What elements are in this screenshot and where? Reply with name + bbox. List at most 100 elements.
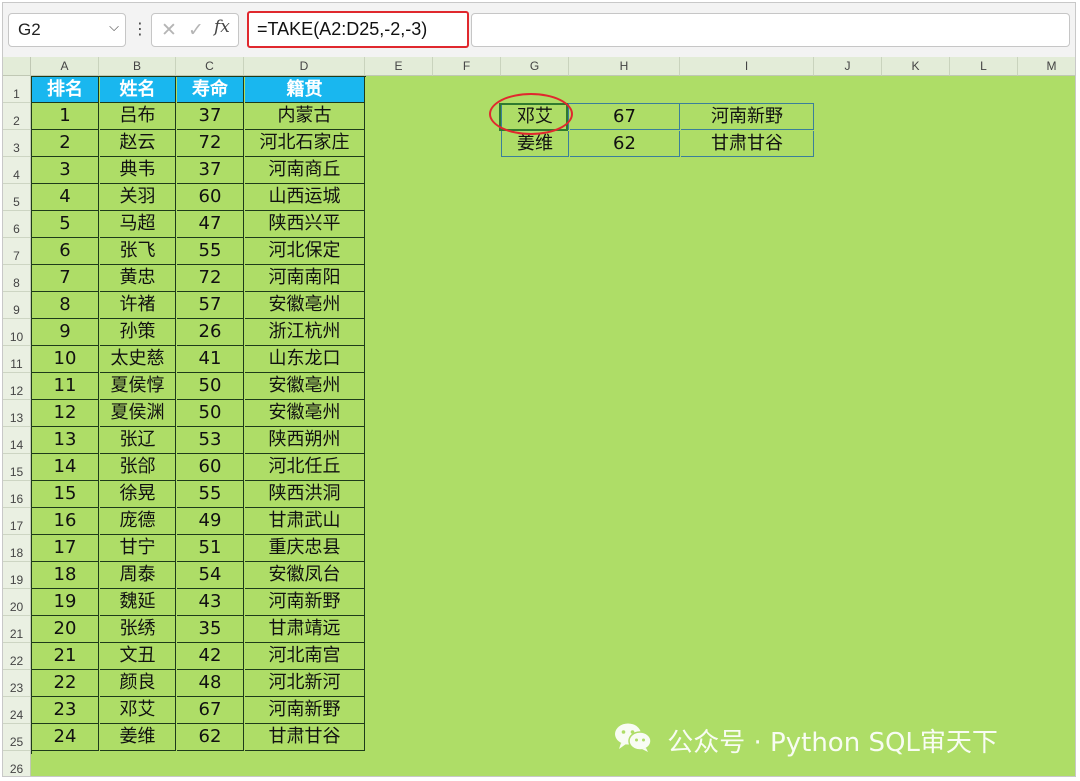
table-cell[interactable]: 邓艾 — [100, 697, 176, 724]
table-cell[interactable]: 48 — [177, 670, 244, 697]
table-cell[interactable]: 河南商丘 — [245, 157, 365, 184]
table-header-cell[interactable]: 寿命 — [177, 77, 244, 103]
table-cell[interactable]: 安徽亳州 — [245, 400, 365, 427]
column-header-c[interactable]: C — [176, 57, 244, 76]
name-box[interactable]: G2 ⌵ — [8, 13, 126, 47]
table-cell[interactable]: 陕西朔州 — [245, 427, 365, 454]
table-cell[interactable]: 庞德 — [100, 508, 176, 535]
table-cell[interactable]: 张飞 — [100, 238, 176, 265]
row-header-3[interactable]: 3 — [3, 130, 31, 157]
table-cell[interactable]: 河南南阳 — [245, 265, 365, 292]
row-header-5[interactable]: 5 — [3, 184, 31, 211]
column-header-l[interactable]: L — [950, 57, 1018, 76]
table-cell[interactable]: 37 — [177, 103, 244, 130]
table-cell[interactable]: 19 — [32, 589, 99, 616]
row-header-21[interactable]: 21 — [3, 616, 31, 643]
table-cell[interactable]: 50 — [177, 400, 244, 427]
table-cell[interactable]: 河南新野 — [245, 697, 365, 724]
row-header-22[interactable]: 22 — [3, 643, 31, 670]
table-cell[interactable]: 河北保定 — [245, 238, 365, 265]
row-header-17[interactable]: 17 — [3, 508, 31, 535]
table-cell[interactable]: 23 — [32, 697, 99, 724]
table-cell[interactable]: 陕西兴平 — [245, 211, 365, 238]
row-header-9[interactable]: 9 — [3, 292, 31, 319]
row-header-19[interactable]: 19 — [3, 562, 31, 589]
row-header-10[interactable]: 10 — [3, 319, 31, 346]
row-header-7[interactable]: 7 — [3, 238, 31, 265]
table-cell[interactable]: 11 — [32, 373, 99, 400]
result-cell[interactable]: 67 — [570, 104, 680, 130]
table-header-cell[interactable]: 排名 — [32, 77, 99, 103]
table-cell[interactable]: 张辽 — [100, 427, 176, 454]
table-cell[interactable]: 72 — [177, 130, 244, 157]
table-cell[interactable]: 3 — [32, 157, 99, 184]
table-cell[interactable]: 41 — [177, 346, 244, 373]
table-cell[interactable]: 安徽凤台 — [245, 562, 365, 589]
table-cell[interactable]: 22 — [32, 670, 99, 697]
table-cell[interactable]: 山西运城 — [245, 184, 365, 211]
table-cell[interactable]: 关羽 — [100, 184, 176, 211]
table-cell[interactable]: 18 — [32, 562, 99, 589]
table-cell[interactable]: 50 — [177, 373, 244, 400]
table-cell[interactable]: 57 — [177, 292, 244, 319]
table-cell[interactable]: 1 — [32, 103, 99, 130]
table-cell[interactable]: 安徽亳州 — [245, 292, 365, 319]
table-cell[interactable]: 张绣 — [100, 616, 176, 643]
table-cell[interactable]: 42 — [177, 643, 244, 670]
table-cell[interactable]: 姜维 — [100, 724, 176, 751]
row-header-4[interactable]: 4 — [3, 157, 31, 184]
row-header-18[interactable]: 18 — [3, 535, 31, 562]
table-cell[interactable]: 62 — [177, 724, 244, 751]
table-cell[interactable]: 13 — [32, 427, 99, 454]
table-cell[interactable]: 颜良 — [100, 670, 176, 697]
result-cell[interactable]: 姜维 — [502, 131, 569, 157]
table-cell[interactable]: 浙江杭州 — [245, 319, 365, 346]
table-cell[interactable]: 马超 — [100, 211, 176, 238]
row-header-20[interactable]: 20 — [3, 589, 31, 616]
table-cell[interactable]: 12 — [32, 400, 99, 427]
table-cell[interactable]: 甘肃武山 — [245, 508, 365, 535]
table-cell[interactable]: 47 — [177, 211, 244, 238]
result-cell[interactable]: 甘肃甘谷 — [681, 131, 814, 157]
column-header-b[interactable]: B — [99, 57, 176, 76]
table-cell[interactable]: 17 — [32, 535, 99, 562]
table-cell[interactable]: 37 — [177, 157, 244, 184]
row-header-16[interactable]: 16 — [3, 481, 31, 508]
table-cell[interactable]: 2 — [32, 130, 99, 157]
table-cell[interactable]: 55 — [177, 238, 244, 265]
table-cell[interactable]: 河北新河 — [245, 670, 365, 697]
table-header-cell[interactable]: 姓名 — [100, 77, 176, 103]
column-header-j[interactable]: J — [814, 57, 882, 76]
result-cell[interactable]: 62 — [570, 131, 680, 157]
table-cell[interactable]: 夏侯惇 — [100, 373, 176, 400]
table-cell[interactable]: 甘肃靖远 — [245, 616, 365, 643]
column-header-h[interactable]: H — [569, 57, 680, 76]
table-cell[interactable]: 山东龙口 — [245, 346, 365, 373]
column-header-k[interactable]: K — [882, 57, 950, 76]
table-cell[interactable]: 60 — [177, 184, 244, 211]
table-cell[interactable]: 26 — [177, 319, 244, 346]
table-cell[interactable]: 陕西洪洞 — [245, 481, 365, 508]
table-cell[interactable]: 16 — [32, 508, 99, 535]
table-cell[interactable]: 51 — [177, 535, 244, 562]
table-cell[interactable]: 53 — [177, 427, 244, 454]
table-cell[interactable]: 67 — [177, 697, 244, 724]
table-cell[interactable]: 孙策 — [100, 319, 176, 346]
row-header-8[interactable]: 8 — [3, 265, 31, 292]
table-cell[interactable]: 49 — [177, 508, 244, 535]
column-header-d[interactable]: D — [244, 57, 365, 76]
table-cell[interactable]: 甘宁 — [100, 535, 176, 562]
formula-input[interactable]: =TAKE(A2:D25,-2,-3) — [247, 11, 469, 48]
table-cell[interactable]: 徐晃 — [100, 481, 176, 508]
insert-function-icon[interactable]: fx — [214, 17, 230, 37]
table-cell[interactable]: 4 — [32, 184, 99, 211]
column-header-a[interactable]: A — [31, 57, 99, 76]
table-cell[interactable]: 20 — [32, 616, 99, 643]
table-cell[interactable]: 赵云 — [100, 130, 176, 157]
table-cell[interactable]: 典韦 — [100, 157, 176, 184]
table-cell[interactable]: 15 — [32, 481, 99, 508]
table-cell[interactable]: 72 — [177, 265, 244, 292]
table-cell[interactable]: 重庆忠县 — [245, 535, 365, 562]
table-cell[interactable]: 安徽亳州 — [245, 373, 365, 400]
select-all-corner[interactable] — [3, 57, 31, 76]
